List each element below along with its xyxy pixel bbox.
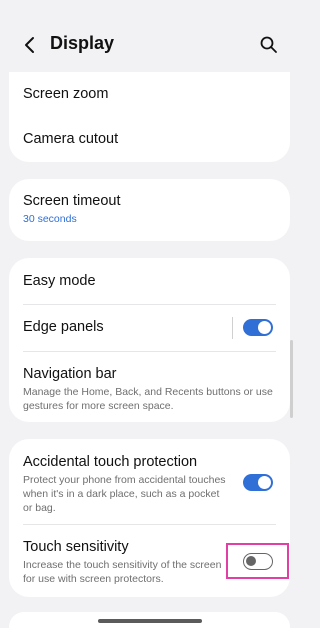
easy-mode-label: Easy mode [23,273,96,289]
home-indicator[interactable] [98,619,202,623]
navigation-bar-label: Navigation bar [23,366,117,382]
screen-zoom-item[interactable]: Screen zoom [9,72,290,117]
back-arrow-icon[interactable] [20,35,40,55]
screen-zoom-label: Screen zoom [23,86,109,102]
toggle-separator [232,317,233,339]
settings-group-zoom: Screen zoom Camera cutout [9,72,290,162]
edge-panels-label: Edge panels [23,319,104,335]
highlight-box [226,543,289,579]
screen-timeout-value: 30 seconds [23,213,77,225]
settings-group-timeout: Screen timeout 30 seconds [9,179,290,241]
edge-panels-item[interactable]: Edge panels [9,305,290,351]
header-bar: Display [0,0,299,72]
touch-sensitivity-label: Touch sensitivity [23,539,129,555]
accidental-touch-toggle[interactable] [243,474,273,491]
navigation-bar-description: Manage the Home, Back, and Recents butto… [23,386,273,412]
touch-sensitivity-description: Increase the touch sensitivity of the sc… [23,559,222,585]
camera-cutout-label: Camera cutout [23,131,119,147]
edge-panels-toggle[interactable] [243,319,273,336]
accidental-touch-item[interactable]: Accidental touch protection Protect your… [9,439,290,524]
screen-timeout-item[interactable]: Screen timeout 30 seconds [9,179,290,225]
accidental-touch-description: Protect your phone from accidental touch… [23,474,226,514]
screen-timeout-label: Screen timeout [23,193,121,209]
page-title: Display [50,33,115,53]
easy-mode-item[interactable]: Easy mode [9,258,290,304]
search-icon[interactable] [259,35,279,55]
navigation-bar-item[interactable]: Navigation bar Manage the Home, Back, an… [9,352,290,413]
settings-group-navigation: Easy mode Edge panels Navigation bar Man… [9,258,290,422]
scrollbar[interactable] [290,340,293,418]
accidental-touch-label: Accidental touch protection [23,454,198,470]
camera-cutout-item[interactable]: Camera cutout [9,117,290,162]
